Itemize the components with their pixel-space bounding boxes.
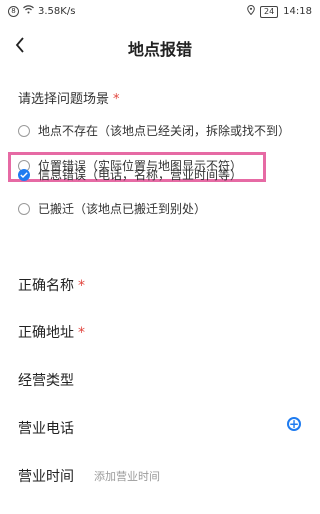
business-hours-label: 营业时间 — [18, 469, 74, 485]
notification-badge-icon: 8 — [8, 5, 19, 17]
required-marker: * — [78, 325, 85, 341]
option-label: 已搬迁（该地点已搬迁到别处） — [38, 202, 207, 216]
scenario-option-relocated[interactable]: 已搬迁（该地点已搬迁到别处） — [18, 200, 206, 217]
add-phone-icon[interactable]: + — [287, 417, 301, 431]
business-phone-field[interactable]: 营业电话 — [18, 418, 74, 438]
scenario-section-title: 请选择问题场景 * — [18, 92, 120, 107]
option-label: 信息错误（电话，名称，营业时间等） — [38, 168, 243, 182]
network-speed: 3.58K/s — [38, 5, 76, 17]
option-label: 地点不存在（该地点已经关闭，拆除或找不到） — [38, 124, 291, 138]
status-bar: 8 3.58K/s 24 14:18 — [0, 0, 320, 24]
radio-unchecked-icon[interactable] — [18, 202, 30, 215]
page-title: 地点报错 — [127, 40, 192, 59]
location-icon — [247, 4, 255, 18]
radio-checked-icon[interactable] — [18, 168, 30, 181]
business-type-field[interactable]: 经营类型 — [18, 370, 74, 390]
scenario-option-not-exist[interactable]: 地点不存在（该地点已经关闭，拆除或找不到） — [18, 122, 290, 139]
business-hours-input[interactable]: 添加营业时间 — [94, 468, 160, 484]
required-marker: * — [113, 92, 120, 107]
required-marker: * — [78, 278, 85, 294]
scenario-option-wrong-info[interactable]: 信息错误（电话，名称，营业时间等） — [18, 166, 242, 183]
wifi-icon — [23, 5, 34, 17]
radio-unchecked-icon[interactable] — [18, 124, 30, 137]
correct-address-field[interactable]: 正确地址 * — [18, 322, 85, 342]
correct-name-field[interactable]: 正确名称 * — [18, 275, 85, 295]
nav-bar: 地点报错 — [0, 24, 320, 68]
battery-icon: 24 — [259, 5, 279, 18]
clock: 14:18 — [283, 6, 312, 17]
